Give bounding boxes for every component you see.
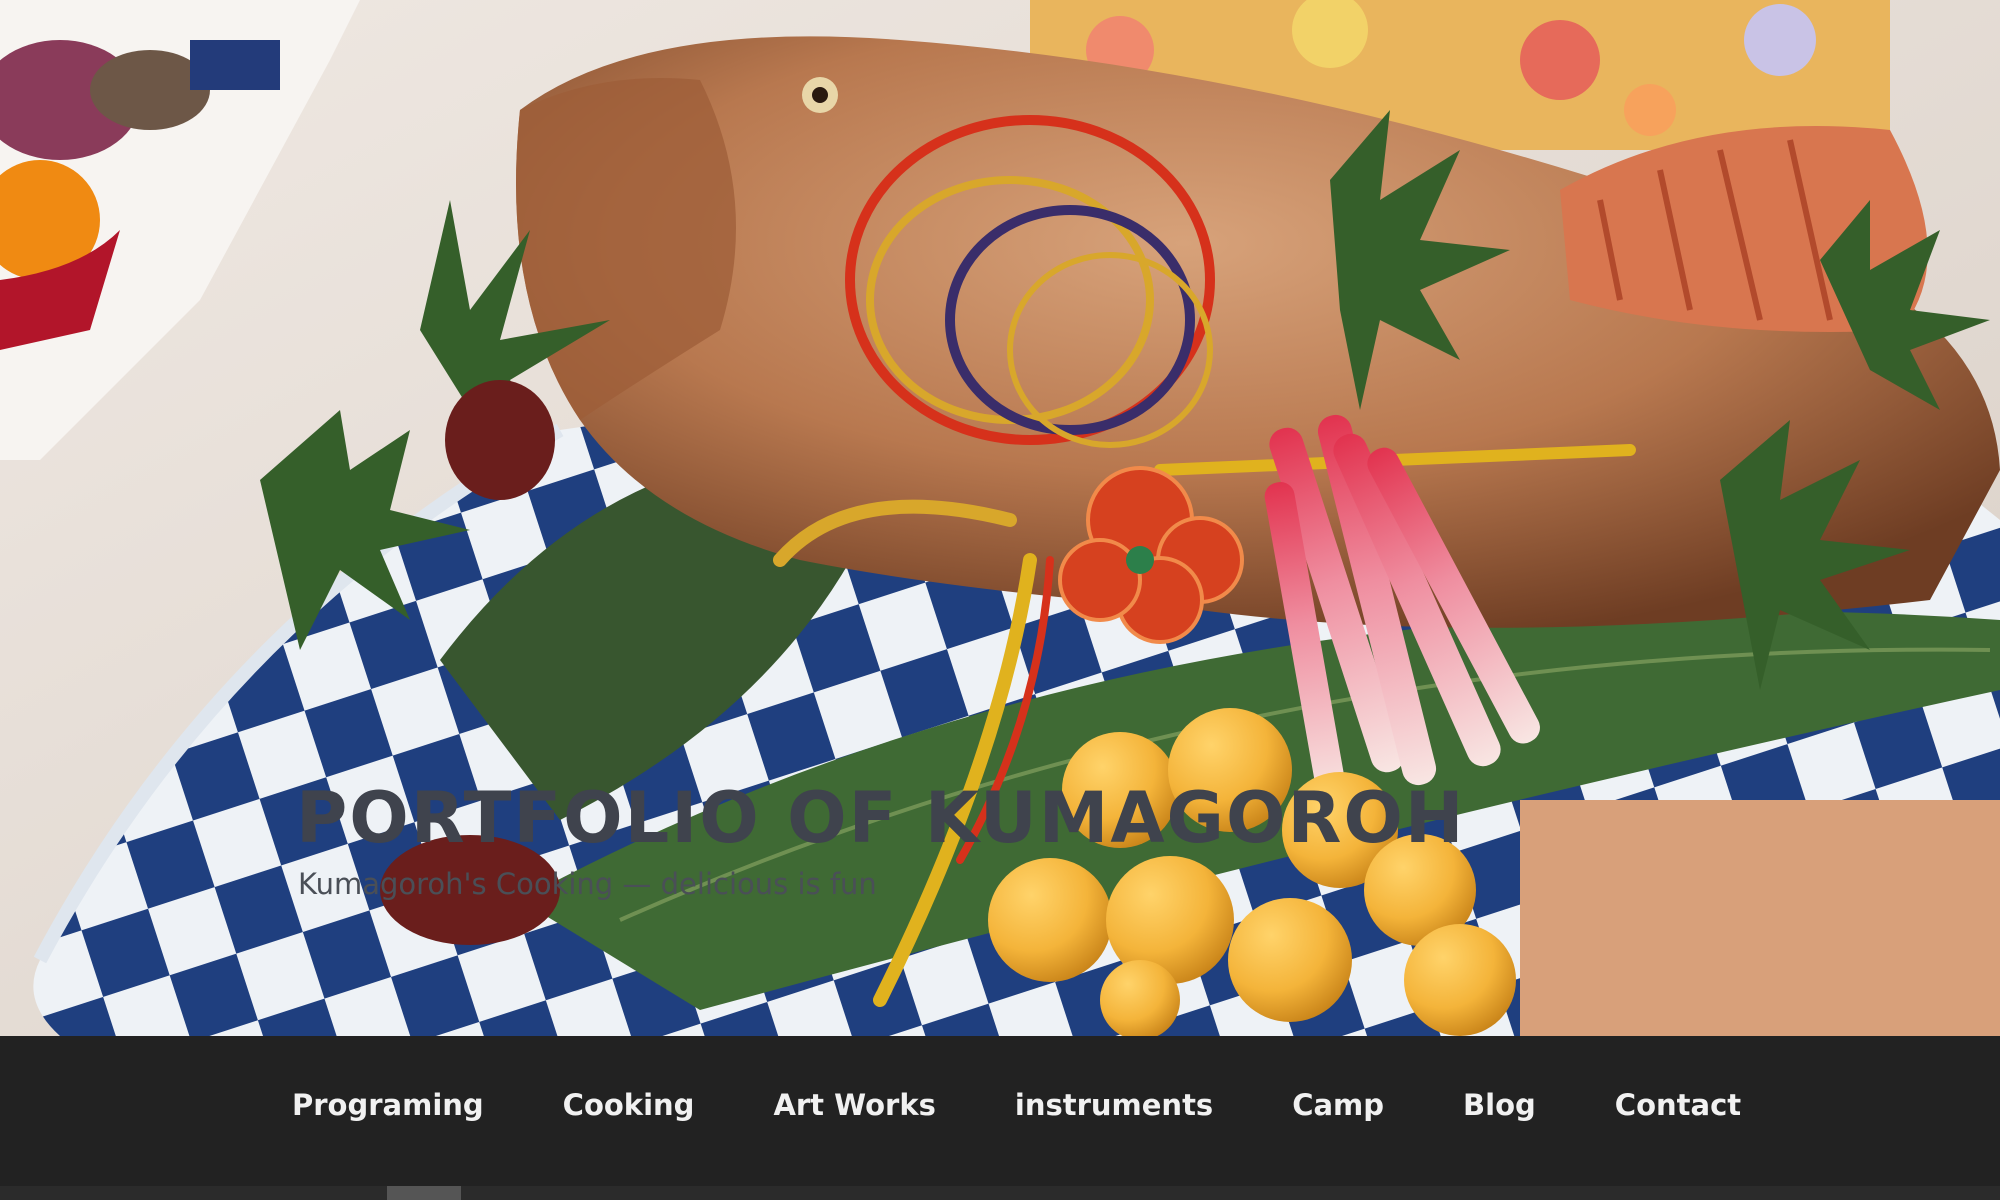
main-navigation: Programing Cooking Art Works instruments…	[0, 1036, 2000, 1200]
nav-link-contact[interactable]: Contact	[1615, 1088, 1741, 1122]
nav-link-art-works[interactable]: Art Works	[773, 1088, 935, 1122]
nav-link-programing[interactable]: Programing	[292, 1088, 484, 1122]
nav-item-instruments: instruments	[1015, 1088, 1213, 1122]
hero-header: PORTFOLIO OF KUMAGOROH Kumagoroh's Cooki…	[0, 0, 2000, 1036]
nav-item-cooking: Cooking	[563, 1088, 695, 1122]
nav-item-blog: Blog	[1463, 1088, 1536, 1122]
site-title[interactable]: PORTFOLIO OF KUMAGOROH	[296, 780, 1466, 857]
nav-link-cooking[interactable]: Cooking	[563, 1088, 695, 1122]
nav-active-indicator	[387, 1186, 461, 1200]
site-branding: PORTFOLIO OF KUMAGOROH Kumagoroh's Cooki…	[296, 780, 1466, 902]
nav-item-programing: Programing	[292, 1088, 484, 1122]
nav-link-blog[interactable]: Blog	[1463, 1088, 1536, 1122]
nav-bottom-strip	[0, 1186, 2000, 1200]
nav-link-camp[interactable]: Camp	[1292, 1088, 1384, 1122]
site-description: Kumagoroh's Cooking — delicious is fun	[298, 867, 877, 901]
nav-item-camp: Camp	[1292, 1088, 1384, 1122]
nav-item-art-works: Art Works	[773, 1088, 935, 1122]
nav-menu: Programing Cooking Art Works instruments…	[292, 1088, 1820, 1122]
nav-item-contact: Contact	[1615, 1088, 1741, 1122]
nav-link-instruments[interactable]: instruments	[1015, 1088, 1213, 1122]
